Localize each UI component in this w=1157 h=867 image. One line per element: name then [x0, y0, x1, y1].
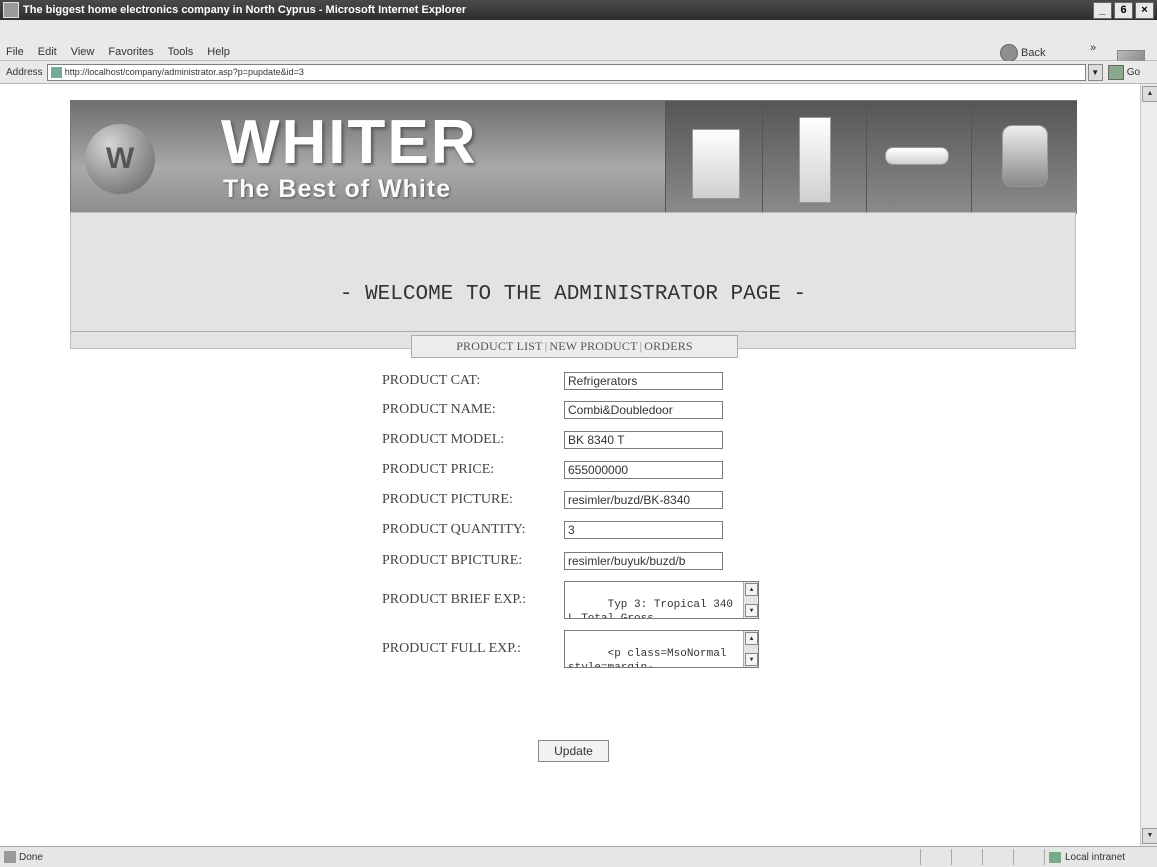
page-scrollbar[interactable]: ▲ ▼: [1140, 84, 1157, 846]
admin-nav: PRODUCT LIST | NEW PRODUCT | ORDERS: [411, 335, 738, 358]
scroll-down-icon[interactable]: ▼: [1142, 828, 1157, 844]
scroll-down-icon[interactable]: ▼: [745, 604, 758, 617]
product-brief-exp-label: PRODUCT BRIEF EXP.:: [382, 592, 527, 607]
scroll-down-icon[interactable]: ▼: [745, 653, 758, 666]
dishwasher-image: [692, 129, 740, 199]
menu-help[interactable]: Help: [207, 46, 230, 58]
status-cell: [982, 849, 1013, 865]
page-status-icon: [4, 851, 16, 863]
site-banner: W WHITER The Best of White: [70, 100, 1077, 214]
full-exp-text: <p class=MsoNormal style=margin-: [568, 648, 727, 668]
menu-list: File Edit View Favorites Tools Help: [6, 46, 230, 58]
product-name-label: PRODUCT NAME:: [382, 402, 496, 417]
back-arrow-icon: [1000, 44, 1018, 62]
nav-orders-link[interactable]: ORDERS: [643, 339, 694, 354]
product-cat-label: PRODUCT CAT:: [382, 373, 481, 388]
toolbar-chevron[interactable]: »: [1090, 42, 1096, 54]
scroll-up-icon[interactable]: ▲: [1142, 86, 1157, 102]
cooker-image: [885, 147, 949, 165]
product-bpicture-label: PRODUCT BPICTURE:: [382, 553, 523, 568]
cooker-panel: [866, 101, 972, 213]
address-label: Address: [6, 66, 43, 78]
product-model-label: PRODUCT MODEL:: [382, 432, 505, 447]
product-quantity-label: PRODUCT QUANTITY:: [382, 522, 526, 537]
status-text: Done: [19, 851, 43, 863]
window-title: The biggest home electronics company in …: [23, 4, 467, 16]
oven-panel: [971, 101, 1077, 213]
product-price-input[interactable]: [564, 461, 723, 479]
product-brief-exp-textarea[interactable]: Typ 3: Tropical 340 L Total Gross ▲ ▼: [564, 581, 759, 619]
back-button[interactable]: Back: [1000, 44, 1045, 62]
close-button[interactable]: ×: [1135, 1, 1154, 19]
status-cell: [951, 849, 982, 865]
status-bar: Done Local intranet: [0, 846, 1157, 867]
dishwasher-panel: [665, 101, 763, 213]
fridge-panel: [762, 101, 867, 213]
welcome-section: - WELCOME TO THE ADMINISTRATOR PAGE -: [70, 212, 1076, 349]
row-product-brief-exp: PRODUCT BRIEF EXP.: Typ 3: Tropical 340 …: [382, 580, 759, 620]
menu-tools[interactable]: Tools: [168, 46, 194, 58]
row-product-name: PRODUCT NAME:: [382, 399, 723, 421]
brand-name: WHITER: [221, 108, 478, 177]
menu-edit[interactable]: Edit: [38, 46, 57, 58]
ie-icon: [3, 2, 19, 18]
window-controls: _ 6 ×: [1093, 1, 1154, 19]
row-product-quantity: PRODUCT QUANTITY:: [382, 519, 723, 541]
product-cat-input[interactable]: [564, 372, 723, 390]
brand-tagline: The Best of White: [223, 175, 452, 203]
nav-product-list-link[interactable]: PRODUCT LIST: [455, 339, 544, 354]
row-product-picture: PRODUCT PICTURE:: [382, 489, 723, 511]
zone-label: Local intranet: [1065, 851, 1126, 863]
divider: [71, 331, 1075, 332]
go-button[interactable]: Go: [1107, 64, 1141, 80]
product-bpicture-input[interactable]: [564, 552, 723, 570]
minimize-button[interactable]: _: [1093, 1, 1112, 19]
menu-view[interactable]: View: [71, 46, 95, 58]
row-product-price: PRODUCT PRICE:: [382, 459, 723, 481]
menu-file[interactable]: File: [6, 46, 24, 58]
go-label: Go: [1126, 66, 1141, 78]
product-full-exp-label: PRODUCT FULL EXP.:: [382, 641, 521, 656]
scroll-up-icon[interactable]: ▲: [745, 583, 758, 596]
update-button[interactable]: Update: [538, 740, 609, 762]
product-price-label: PRODUCT PRICE:: [382, 462, 495, 477]
textarea-scrollbar[interactable]: ▲ ▼: [743, 582, 758, 618]
row-product-model: PRODUCT MODEL:: [382, 429, 723, 451]
intranet-zone-icon: [1049, 851, 1061, 863]
address-input[interactable]: http://localhost/company/administrator.a…: [46, 63, 1086, 81]
product-picture-label: PRODUCT PICTURE:: [382, 492, 513, 507]
row-product-cat: PRODUCT CAT:: [382, 370, 723, 392]
row-product-bpicture: PRODUCT BPICTURE:: [382, 550, 723, 572]
go-arrow-icon: [1107, 64, 1124, 80]
title-bar: The biggest home electronics company in …: [0, 0, 1157, 20]
maximize-button[interactable]: 6: [1114, 1, 1133, 19]
page-content: W WHITER The Best of White - WELCOME TO …: [0, 84, 1140, 846]
product-model-input[interactable]: [564, 431, 723, 449]
textarea-scrollbar[interactable]: ▲ ▼: [743, 631, 758, 667]
nav-new-product-link[interactable]: NEW PRODUCT: [548, 339, 638, 354]
address-dropdown-icon[interactable]: ▼: [1087, 63, 1103, 81]
product-full-exp-textarea[interactable]: <p class=MsoNormal style=margin- ▲ ▼: [564, 630, 759, 668]
brief-exp-text: Typ 3: Tropical 340 L Total Gross: [568, 599, 734, 619]
welcome-heading: - WELCOME TO THE ADMINISTRATOR PAGE -: [339, 283, 807, 306]
product-picture-input[interactable]: [564, 491, 723, 509]
oven-image: [1002, 125, 1048, 187]
address-bar: Address http://localhost/company/adminis…: [0, 61, 1157, 84]
status-cell: [920, 849, 951, 865]
row-product-full-exp: PRODUCT FULL EXP.: <p class=MsoNormal st…: [382, 629, 759, 669]
back-label: Back: [1021, 47, 1046, 59]
address-url: http://localhost/company/administrator.a…: [64, 67, 304, 77]
status-cell: [1013, 849, 1044, 865]
menu-bar: File Edit View Favorites Tools Help Back…: [0, 20, 1157, 76]
product-quantity-input[interactable]: [564, 521, 723, 539]
logo: W: [85, 124, 155, 194]
fridge-image: [799, 117, 831, 203]
page-icon: [50, 66, 62, 78]
product-name-input[interactable]: [564, 401, 723, 419]
menu-favorites[interactable]: Favorites: [108, 46, 153, 58]
security-zone: Local intranet: [1044, 849, 1157, 865]
scroll-up-icon[interactable]: ▲: [745, 632, 758, 645]
